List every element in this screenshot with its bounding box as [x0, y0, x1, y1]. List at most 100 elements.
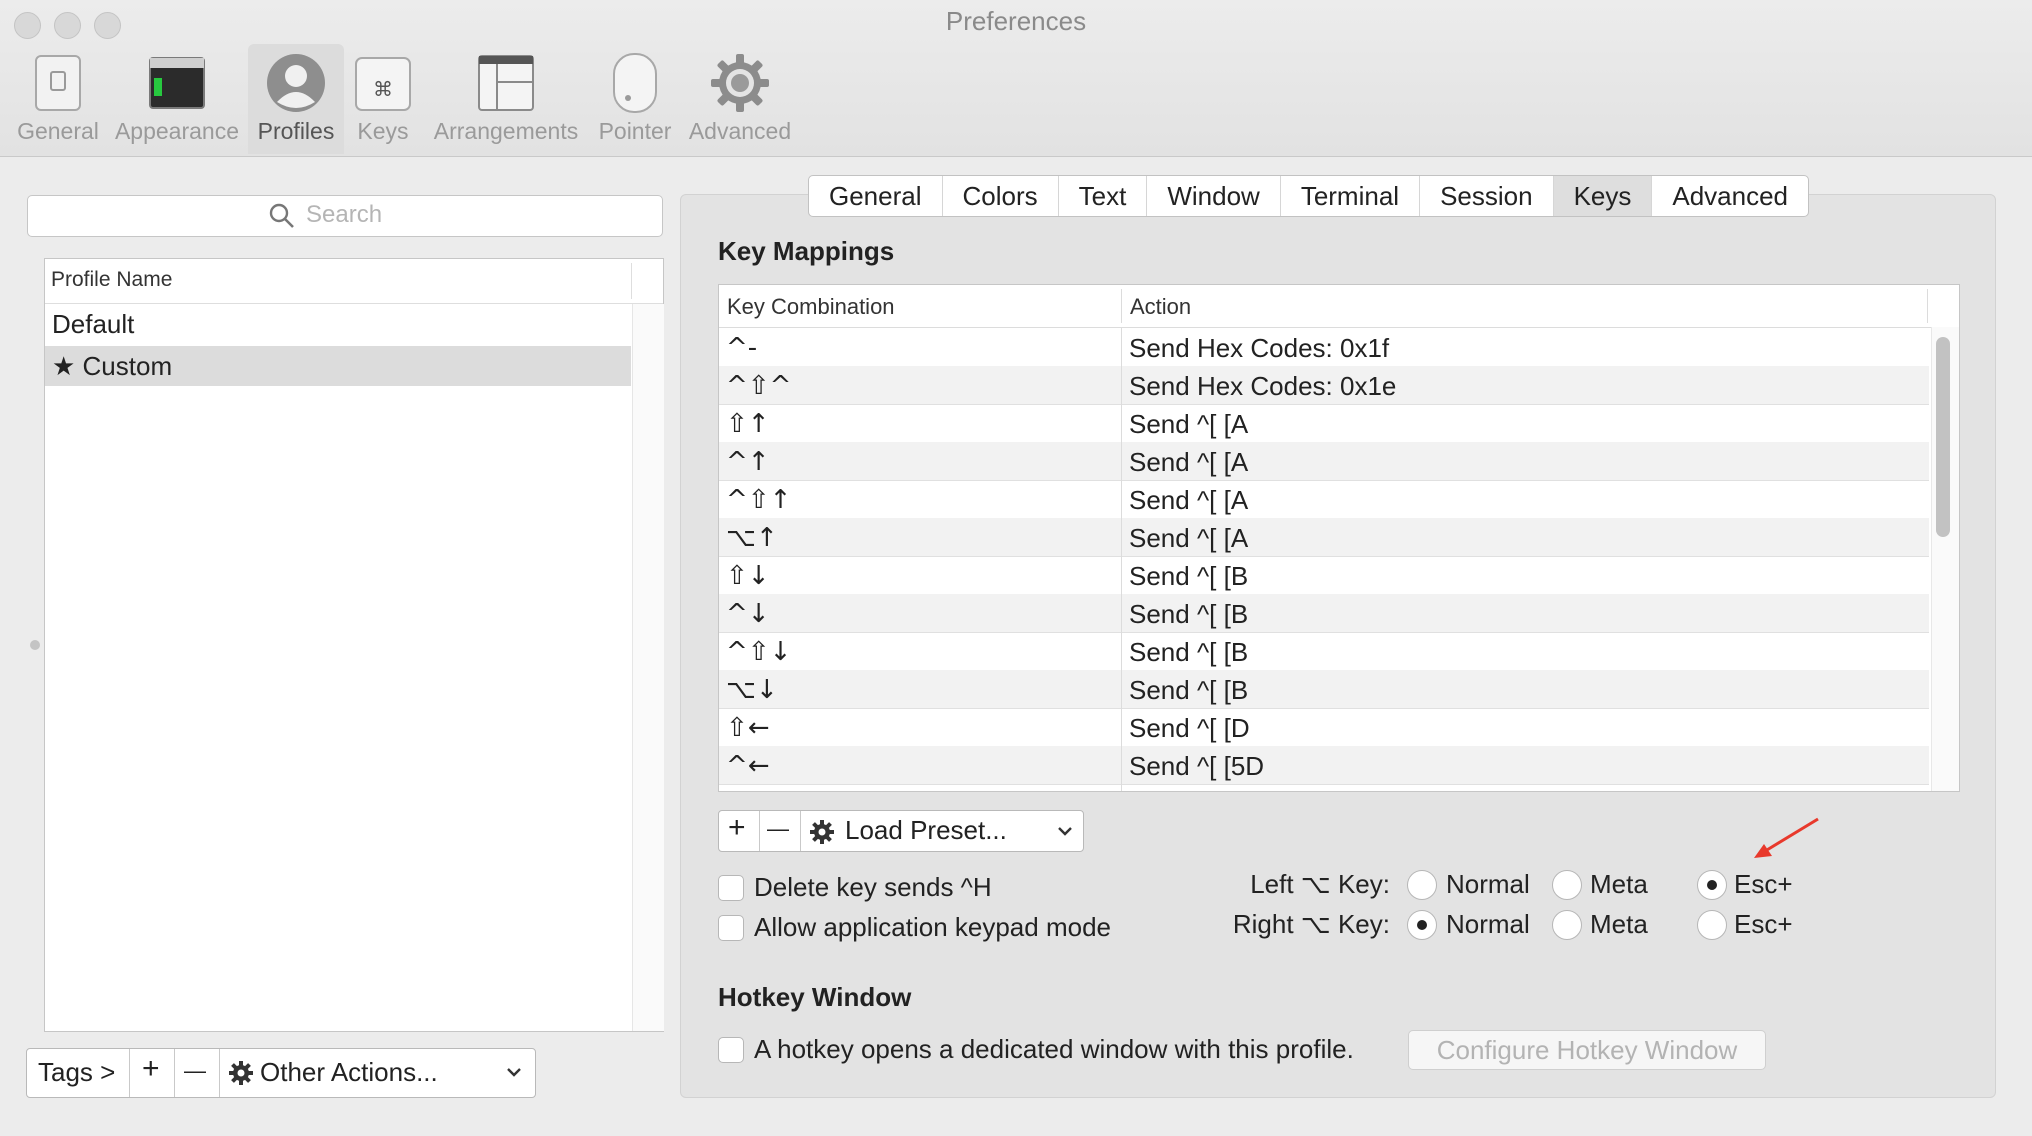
tab-keys[interactable]: Keys	[1553, 176, 1653, 216]
key-combination: ⇧↓	[726, 561, 770, 591]
column-header-key-combination[interactable]: Key Combination	[727, 294, 895, 320]
load-preset-label: Load Preset...	[845, 815, 1007, 845]
table-row[interactable]: ^⇧↓ Send ^[ [B	[719, 632, 1929, 671]
table-row[interactable]: ⌥↑ Send ^[ [A	[719, 518, 1929, 557]
column-divider	[1121, 289, 1122, 323]
toolbar-advanced[interactable]: Advanced	[686, 44, 794, 154]
tab-colors[interactable]: Colors	[943, 176, 1059, 216]
hotkey-window-title: Hotkey Window	[718, 982, 912, 1012]
table-row[interactable]: ⇧← Send ^[ [D	[719, 708, 1929, 747]
profile-list-header[interactable]: Profile Name	[45, 259, 663, 304]
key-combination: ^↓	[726, 599, 770, 629]
split-view-handle[interactable]	[30, 640, 40, 650]
right-option-esc-plus-radio[interactable]	[1697, 910, 1727, 940]
key-action: Send ^[ [A	[1129, 447, 1249, 477]
toolbar-general[interactable]: General	[10, 44, 106, 154]
application-keypad-checkbox[interactable]	[718, 915, 744, 941]
profile-row-default[interactable]: Default	[45, 304, 631, 344]
chevron-down-icon	[1058, 827, 1072, 836]
remove-profile-button[interactable]: —	[175, 1049, 220, 1097]
left-option-normal-radio[interactable]	[1407, 870, 1437, 900]
profiles-icon	[267, 54, 325, 112]
table-row[interactable]: ^↑ Send ^[ [A	[719, 442, 1929, 481]
general-icon	[35, 55, 81, 111]
tags-label: Tags >	[38, 1057, 116, 1087]
search-placeholder: Search	[306, 201, 383, 228]
remove-mapping-button[interactable]: —	[760, 811, 801, 851]
load-preset-dropdown[interactable]: Load Preset...	[801, 811, 1083, 851]
tags-button[interactable]: Tags >	[27, 1049, 130, 1097]
plus-icon: +	[142, 1052, 160, 1085]
column-divider	[1927, 289, 1928, 323]
table-row[interactable]: ^- Send Hex Codes: 0x1f	[719, 328, 1929, 367]
tab-session[interactable]: Session	[1420, 176, 1554, 216]
profile-list: Profile Name Default ★ Custom	[44, 258, 664, 1032]
key-combination: ^⇧↑	[726, 485, 792, 515]
right-option-meta-radio[interactable]	[1552, 910, 1582, 940]
toolbar-arrangements[interactable]: Arrangements	[430, 44, 582, 154]
table-row[interactable]: ^⇧↑ Send ^[ [A	[719, 480, 1929, 519]
toolbar-profiles[interactable]: Profiles	[248, 44, 344, 154]
hotkey-dedicated-window-checkbox[interactable]	[718, 1037, 744, 1063]
radio-label: Esc+	[1734, 869, 1793, 899]
key-mappings-table: Key Combination Action ^- Send Hex Codes…	[718, 284, 1960, 792]
add-mapping-button[interactable]: +	[719, 811, 760, 851]
annotation-arrow-icon	[1754, 817, 1819, 858]
toolbar-label: Pointer	[598, 118, 672, 144]
table-row[interactable]: ⇧↑ Send ^[ [A	[719, 404, 1929, 443]
toolbar-label: Advanced	[688, 118, 792, 144]
tab-text[interactable]: Text	[1059, 176, 1148, 216]
toolbar-label: Keys	[357, 118, 409, 144]
delete-key-label: Delete key sends ^H	[754, 872, 992, 902]
column-header-action[interactable]: Action	[1130, 294, 1191, 320]
tab-terminal[interactable]: Terminal	[1281, 176, 1421, 216]
key-action: Send Hex Codes: 0x1f	[1129, 333, 1390, 363]
toolbar-label: Profiles	[257, 118, 335, 144]
table-row[interactable]: ^⇧^ Send Hex Codes: 0x1e	[719, 366, 1929, 405]
left-option-esc-plus-radio[interactable]	[1697, 870, 1727, 900]
key-action: Send ^[ [B	[1129, 637, 1249, 667]
svg-text:⌘: ⌘	[373, 77, 393, 101]
key-combination: ^⇧^	[726, 371, 792, 401]
advanced-gear-icon	[711, 54, 769, 112]
profile-tabs: General Colors Text Window Terminal Sess…	[808, 175, 1810, 217]
toolbar-appearance[interactable]: Appearance	[112, 44, 242, 154]
tab-general[interactable]: General	[809, 176, 943, 216]
left-option-key-label: Left ⌥ Key:	[1250, 869, 1390, 899]
key-mappings-controls: + — Load Preset...	[718, 810, 1084, 852]
key-combination: ⇧↑	[726, 409, 770, 439]
key-combination: ⌥↑	[726, 523, 778, 553]
toolbar: Preferences General Appearance Profiles	[0, 0, 2032, 157]
arrangements-icon	[478, 55, 534, 111]
key-combination: ^↑	[726, 447, 770, 477]
toolbar-label: General	[17, 118, 99, 144]
toolbar-pointer[interactable]: Pointer	[590, 44, 680, 154]
key-combination: ⇧←	[726, 713, 770, 743]
profile-row-custom[interactable]: ★ Custom	[45, 346, 631, 386]
key-action: Send ^[ [D	[1129, 713, 1250, 743]
key-action: Send ^[ [5D	[1129, 751, 1265, 781]
profile-list-scroll-area	[632, 304, 664, 1031]
table-row[interactable]: ⌥↓ Send ^[ [B	[719, 670, 1929, 709]
table-row[interactable]: ^← Send ^[ [5D	[719, 746, 1929, 785]
right-option-key-label: Right ⌥ Key:	[1232, 909, 1390, 939]
tab-advanced[interactable]: Advanced	[1652, 176, 1808, 216]
other-actions-dropdown[interactable]: Other Actions...	[220, 1049, 534, 1097]
add-profile-button[interactable]: +	[130, 1049, 175, 1097]
radio-label: Normal	[1446, 869, 1530, 899]
toolbar-keys[interactable]: ⌘ Keys	[350, 44, 416, 154]
scrollbar-thumb[interactable]	[1936, 337, 1950, 537]
column-divider	[1121, 327, 1122, 791]
left-option-meta-radio[interactable]	[1552, 870, 1582, 900]
table-row[interactable]: ⇧↓ Send ^[ [B	[719, 556, 1929, 595]
right-option-normal-radio[interactable]	[1407, 910, 1437, 940]
tab-window[interactable]: Window	[1147, 176, 1281, 216]
delete-key-sends-ctrl-h-checkbox[interactable]	[718, 875, 744, 901]
table-row[interactable]: ^↓ Send ^[ [B	[719, 594, 1929, 633]
key-action: Send ^[ [B	[1129, 561, 1249, 591]
key-mappings-title: Key Mappings	[718, 236, 895, 266]
configure-hotkey-window-button[interactable]: Configure Hotkey Window	[1408, 1030, 1766, 1070]
search-icon	[269, 203, 294, 228]
key-combination: ^-	[726, 333, 758, 363]
profile-search-input[interactable]: Search	[27, 195, 663, 237]
